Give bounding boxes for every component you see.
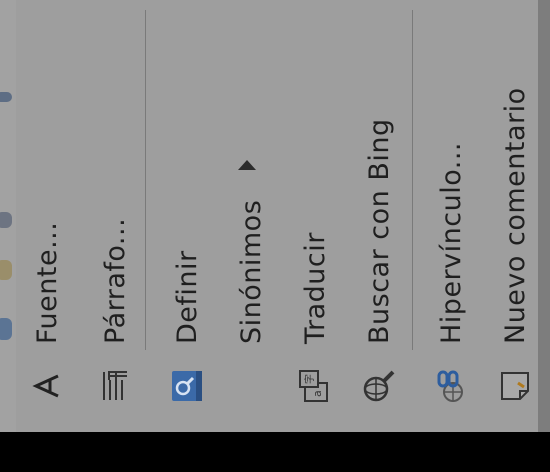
menu-item-search-bing[interactable]: Buscar con Bing [348,0,410,420]
context-menu: Fuente... Párrafo... Definir Sinónimos a… [0,0,540,420]
translate-icon: a 字 [295,366,335,406]
menu-item-label: Definir [171,250,203,344]
new-comment-icon [495,366,535,406]
menu-item-label: Fuente... [31,221,63,344]
synonyms-icon [231,366,271,406]
menu-item-label: Traducir [299,232,331,344]
menu-separator [412,10,413,350]
search-icon [359,366,399,406]
menu-item-define[interactable]: Definir [156,0,218,420]
menu-item-label: Hipervínculo... [435,142,467,344]
window-edge [538,0,550,432]
menu-item-label: Buscar con Bing [363,118,395,344]
svg-text:字: 字 [303,374,316,385]
paragraph-icon [95,366,135,406]
font-icon [27,366,67,406]
menu-separator [145,10,146,350]
dark-frame-border [0,432,550,472]
menu-item-hyperlink[interactable]: Hipervínculo... [420,0,482,420]
menu-item-label: Sinónimos [235,199,267,344]
define-icon [167,366,207,406]
menu-item-translate[interactable]: a 字 Traducir [284,0,346,420]
menu-item-label: Párrafo... [99,217,131,344]
menu-item-font[interactable]: Fuente... [16,0,78,420]
menu-item-paragraph[interactable]: Párrafo... [84,0,146,420]
screenshot-stage: Fuente... Párrafo... Definir Sinónimos a… [0,0,550,472]
menu-item-synonyms[interactable]: Sinónimos [220,0,282,420]
svg-text:a: a [311,390,324,397]
submenu-arrow-icon [238,160,256,170]
hyperlink-icon [431,366,471,406]
menu-item-label: Nuevo comentario [499,87,531,344]
menu-item-new-comment[interactable]: Nuevo comentario [484,0,546,420]
